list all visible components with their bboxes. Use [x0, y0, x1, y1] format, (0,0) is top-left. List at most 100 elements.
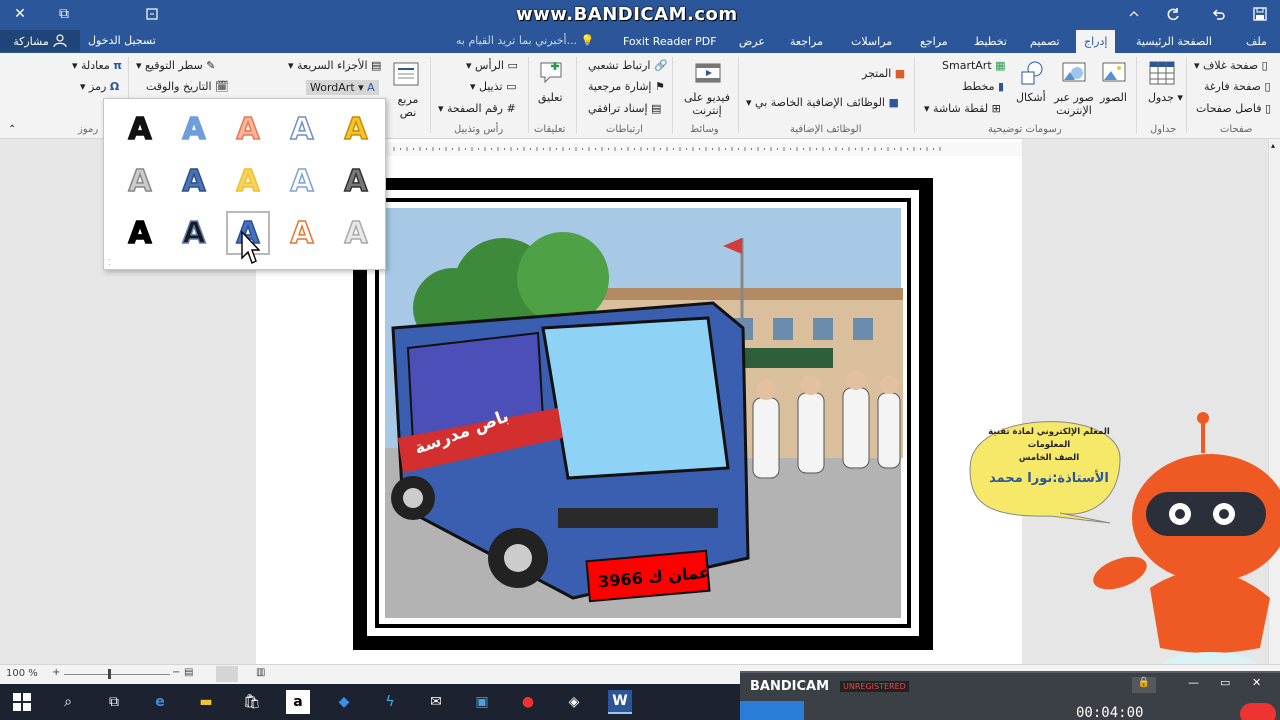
header-button[interactable]: ▾ الرأس ▭	[466, 59, 518, 72]
file-explorer-icon[interactable]: ▬	[194, 690, 218, 714]
save-icon[interactable]	[1240, 0, 1280, 28]
tab-foxit[interactable]: Foxit Reader PDF	[615, 30, 725, 53]
minimize-icon[interactable]: —	[1188, 676, 1199, 689]
smartart-button[interactable]: SmartArt ▦	[942, 59, 1006, 72]
close-icon[interactable]: ✕	[0, 0, 40, 28]
cross-reference-button[interactable]: إسناد ترافقي ▤	[588, 102, 661, 115]
close-icon[interactable]: ✕	[1252, 676, 1261, 689]
bandicam-mode-screen[interactable]	[740, 701, 804, 720]
print-layout-icon[interactable]	[216, 666, 238, 682]
shapes-label[interactable]: أشكال	[1016, 91, 1046, 104]
wordart-style-option[interactable]: A	[172, 159, 216, 203]
pictures-label[interactable]: الصور	[1100, 91, 1127, 104]
footer-button[interactable]: ▾ تذييل ▭	[470, 80, 516, 93]
undo-icon[interactable]	[1198, 0, 1238, 28]
wordart-style-option[interactable]: A	[280, 211, 324, 255]
task-view-icon[interactable]: ⧉	[102, 690, 126, 714]
dropbox-icon[interactable]: ◆	[332, 690, 356, 714]
restore-icon[interactable]: ⧉	[44, 0, 84, 28]
tab-insert[interactable]: إدراج	[1076, 30, 1116, 53]
scroll-up-icon[interactable]: ▴	[1271, 141, 1275, 150]
zoom-in-icon[interactable]: +	[52, 667, 60, 678]
comment-icon[interactable]	[538, 59, 566, 87]
store-icon[interactable]: 🛍	[240, 690, 264, 714]
text-box-label[interactable]: مربع نص	[396, 93, 420, 119]
wordart-style-option[interactable]: A	[334, 159, 378, 203]
restore-icon[interactable]: ▭	[1220, 676, 1230, 689]
tab-layout[interactable]: تخطيط	[966, 30, 1015, 53]
resize-grip[interactable]: ⁚	[108, 258, 111, 267]
lock-icon[interactable]: 🔒	[1132, 677, 1156, 693]
page-break-button[interactable]: فاصل صفحات ▯	[1196, 102, 1271, 115]
cover-page-button[interactable]: ▾ صفحة غلاف ▯	[1194, 59, 1268, 72]
tab-home[interactable]: الصفحة الرئيسية	[1128, 30, 1220, 53]
quick-parts-button[interactable]: ▾ الأجزاء السريعة ▤	[288, 59, 381, 72]
tell-me-box[interactable]: أخبرني بما تريد القيام به... 💡	[456, 34, 594, 47]
tab-design[interactable]: تصميم	[1022, 30, 1068, 53]
online-pictures-icon[interactable]	[1060, 59, 1088, 87]
zoom-slider-thumb[interactable]	[108, 669, 111, 679]
amazon-icon[interactable]: a	[286, 690, 310, 714]
word-taskbar-icon[interactable]: W	[608, 690, 632, 714]
screenshot-button[interactable]: ▾ لقطة شاشة ⊞	[924, 102, 1001, 115]
online-video-icon[interactable]	[694, 59, 722, 87]
wordart-style-option[interactable]: A	[118, 211, 162, 255]
tab-references[interactable]: مراجع	[912, 30, 956, 53]
wordart-style-option[interactable]: A	[172, 107, 216, 151]
wordart-style-option[interactable]: A	[118, 107, 162, 151]
table-button[interactable]: جدول ▾	[1148, 91, 1183, 104]
symbol-button[interactable]: ▾ رمز Ω	[80, 80, 119, 93]
mail-icon[interactable]: ✉	[424, 690, 448, 714]
shapes-icon[interactable]	[1018, 59, 1046, 87]
zoom-slider[interactable]	[64, 674, 170, 675]
hyperlink-button[interactable]: ارتباط تشعبي 🔗	[588, 59, 668, 72]
wordart-style-option[interactable]: A	[118, 159, 162, 203]
school-bus-picture[interactable]: باص مدرسة 3966 عمان ك	[353, 178, 933, 650]
text-box-icon[interactable]	[392, 61, 420, 89]
wordart-style-option[interactable]: A	[226, 159, 270, 203]
collapse-ribbon-icon[interactable]: ⌃	[8, 124, 16, 135]
tab-review[interactable]: مراجعة	[782, 30, 831, 53]
tab-view[interactable]: عرض	[731, 30, 773, 53]
equation-button[interactable]: ▾ معادلة π	[72, 59, 122, 72]
bookmark-button[interactable]: إشارة مرجعية ⚑	[588, 80, 665, 93]
store-button[interactable]: المتجر ■	[862, 67, 905, 80]
zoom-out-icon[interactable]: −	[172, 667, 180, 678]
minimize-icon[interactable]	[132, 0, 172, 28]
table-icon[interactable]	[1148, 59, 1176, 87]
wordart-button[interactable]: WordArt ▾ A	[306, 80, 379, 95]
windows-start-icon[interactable]	[10, 690, 34, 714]
wordart-style-option[interactable]: A	[334, 107, 378, 151]
app-icon[interactable]: ▣	[470, 690, 494, 714]
pictures-icon[interactable]	[1100, 59, 1128, 87]
app-icon[interactable]: ◈	[562, 690, 586, 714]
page-number-button[interactable]: ▾ رقم الصفحة #	[438, 102, 516, 115]
read-mode-icon[interactable]: ▥	[256, 667, 265, 678]
zoom-level[interactable]: 100 %	[6, 668, 38, 679]
datetime-button[interactable]: التاريخ والوقت 🗓	[146, 80, 229, 93]
redo-icon[interactable]	[1154, 0, 1194, 28]
web-layout-icon[interactable]: ▤	[184, 667, 193, 678]
search-icon[interactable]: ⌕	[56, 690, 80, 714]
wordart-style-option[interactable]: A	[334, 211, 378, 255]
tab-mailings[interactable]: مراسلات	[843, 30, 900, 53]
share-button[interactable]: مشاركة	[0, 30, 80, 52]
ribbon-display-icon[interactable]	[1114, 0, 1154, 28]
horizontal-ruler[interactable]	[386, 142, 1022, 156]
bolt-icon[interactable]: ϟ	[378, 690, 402, 714]
comment-label[interactable]: تعليق	[538, 91, 563, 104]
bandicam-record-icon[interactable]: ●	[516, 690, 540, 714]
signature-line-button[interactable]: ▾ سطر التوقيع ✎	[136, 59, 215, 72]
blank-page-button[interactable]: صفحة فارغة ▯	[1204, 80, 1271, 93]
wordart-style-option[interactable]: A	[280, 159, 324, 203]
online-video-label[interactable]: فيديو على إنترنت	[680, 91, 734, 117]
sign-in-link[interactable]: تسجيل الدخول	[88, 34, 156, 47]
wordart-style-option[interactable]: A	[172, 211, 216, 255]
wordart-style-option[interactable]: A	[280, 107, 324, 151]
my-addins-button[interactable]: ▾ الوظائف الإضافية الخاصة بي ■	[746, 96, 899, 109]
bandicam-rec-button[interactable]	[1240, 703, 1276, 720]
edge-icon[interactable]: e	[148, 690, 172, 714]
wordart-style-option[interactable]: A	[226, 107, 270, 151]
online-pictures-label[interactable]: صور عبر الإنترنت	[1054, 91, 1094, 117]
tab-file[interactable]: ملف	[1238, 30, 1275, 53]
